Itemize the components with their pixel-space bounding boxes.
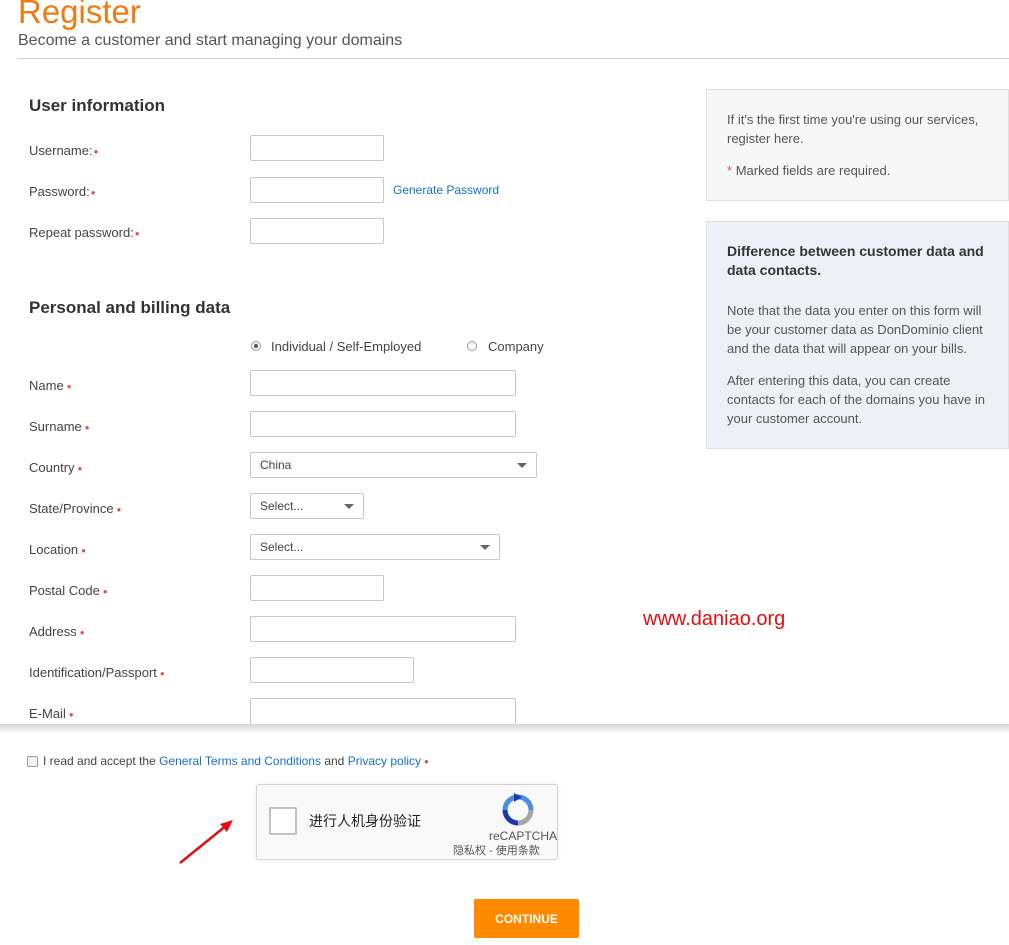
- screenshot-divider: [0, 724, 1009, 734]
- info-box-paragraph-1: Note that the data you enter on this for…: [727, 303, 983, 356]
- chevron-down-icon: [480, 545, 490, 550]
- individual-radio-label[interactable]: Individual / Self-Employed: [271, 339, 421, 355]
- privacy-policy-link[interactable]: Privacy policy: [348, 754, 421, 768]
- required-marker: ●: [77, 463, 83, 473]
- terms-text: I read and accept the General Terms and …: [43, 754, 429, 768]
- register-info-box: If it's the first time you're using our …: [706, 89, 1009, 201]
- postal-code-input[interactable]: [250, 575, 384, 601]
- page-title: Register: [18, 0, 141, 30]
- required-marker: ●: [66, 381, 72, 391]
- terms-conditions-link[interactable]: General Terms and Conditions: [159, 754, 321, 768]
- address-input[interactable]: [250, 616, 516, 642]
- recaptcha-label: 进行人机身份验证: [309, 813, 421, 829]
- email-input[interactable]: [250, 698, 516, 725]
- billing-data-heading: Personal and billing data: [29, 298, 231, 317]
- password-input[interactable]: [250, 177, 384, 203]
- required-marker: ●: [134, 228, 140, 238]
- header-divider: [18, 58, 1009, 59]
- address-label: Address ●: [29, 624, 85, 639]
- identification-input[interactable]: [250, 657, 414, 683]
- required-marker: ●: [159, 668, 165, 678]
- identification-label: Identification/Passport ●: [29, 665, 165, 680]
- chevron-down-icon: [517, 463, 527, 468]
- customer-data-info-box: Difference between customer data and dat…: [706, 221, 1009, 449]
- generate-password-link[interactable]: Generate Password: [393, 183, 499, 197]
- terms-checkbox[interactable]: [27, 756, 38, 767]
- surname-input[interactable]: [250, 411, 516, 437]
- red-arrow-icon: [179, 820, 233, 864]
- recaptcha-brand: reCAPTCHA: [489, 829, 558, 843]
- required-marker: ●: [84, 422, 90, 432]
- state-select-value: Select...: [260, 499, 304, 513]
- recaptcha-logo-icon: [502, 793, 534, 826]
- recaptcha-privacy-terms[interactable]: 隐私权 - 使用条款: [453, 845, 540, 858]
- country-label: Country ●: [29, 460, 83, 475]
- page-subtitle: Become a customer and start managing you…: [18, 32, 403, 49]
- company-radio-label[interactable]: Company: [488, 339, 544, 355]
- repeat-password-label: Repeat password:●: [29, 225, 140, 240]
- recaptcha-checkbox[interactable]: [269, 807, 297, 835]
- required-marker: ●: [116, 504, 122, 514]
- info-box-title: Difference between customer data and dat…: [727, 243, 984, 278]
- required-marker: ●: [81, 545, 86, 555]
- info-box-paragraph-2: After entering this data, you can create…: [727, 373, 985, 426]
- register-info-text: If it's the first time you're using our …: [727, 112, 979, 146]
- name-label: Name ●: [29, 378, 72, 393]
- surname-label: Surname ●: [29, 419, 90, 434]
- required-marker: ●: [79, 627, 85, 637]
- company-radio[interactable]: [467, 341, 477, 351]
- user-information-heading: User information: [29, 96, 166, 115]
- username-label: Username:●: [29, 143, 99, 158]
- country-select-value: China: [260, 458, 292, 472]
- name-input[interactable]: [250, 370, 516, 396]
- chevron-down-icon: [344, 504, 354, 509]
- required-marker: ●: [102, 586, 108, 596]
- repeat-password-input[interactable]: [250, 218, 384, 244]
- password-label: Password:●: [29, 184, 96, 199]
- postal-code-label: Postal Code ●: [29, 583, 108, 598]
- required-note: * Marked fields are required.: [727, 163, 891, 178]
- individual-radio[interactable]: [251, 341, 261, 351]
- location-select-value: Select...: [260, 540, 304, 554]
- username-input[interactable]: [250, 135, 384, 161]
- continue-button[interactable]: CONTINUE: [474, 899, 579, 938]
- country-select[interactable]: China: [250, 452, 537, 478]
- required-marker: ●: [90, 187, 96, 197]
- required-marker: ●: [93, 146, 99, 156]
- state-province-label: State/Province ●: [29, 501, 122, 516]
- watermark-text: www.daniao.org: [643, 608, 786, 630]
- required-marker: ●: [68, 709, 74, 719]
- email-label: E-Mail ●: [29, 706, 74, 721]
- required-marker: ●: [424, 757, 429, 767]
- location-label: Location ●: [29, 542, 86, 557]
- location-select[interactable]: Select...: [250, 534, 500, 560]
- required-asterisk: *: [727, 163, 733, 178]
- state-province-select[interactable]: Select...: [250, 493, 364, 519]
- recaptcha-widget: 进行人机身份验证 reCAPTCHA 隐私权 - 使用条款: [256, 784, 558, 860]
